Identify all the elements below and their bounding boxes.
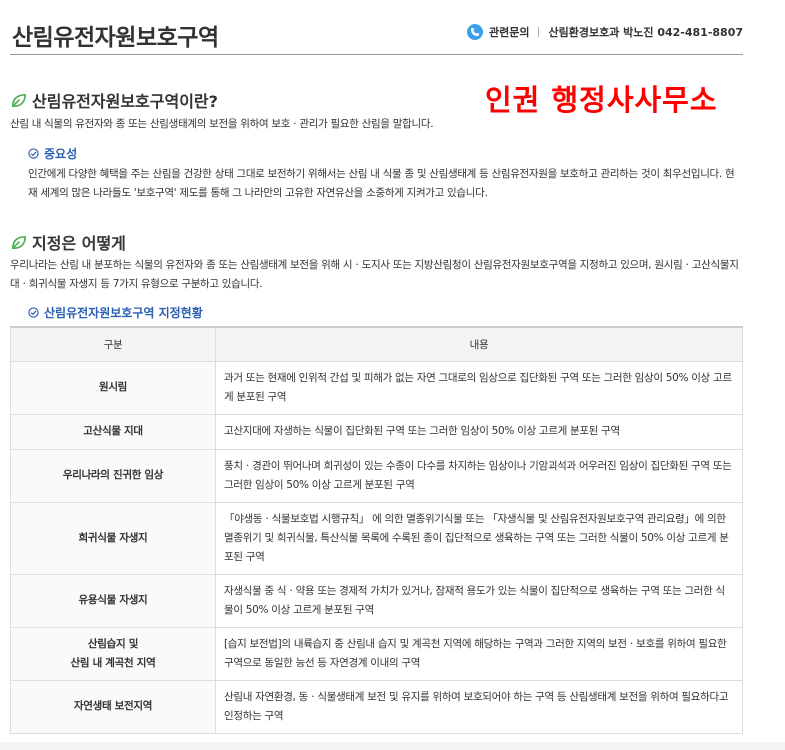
sub-heading-importance-text: 중요성 (44, 147, 78, 161)
table-row: 산림습지 및 산림 내 계곡천 지역 [습지 보전법]의 내륙습지 중 산림내 … (10, 626, 743, 681)
row-category: 고산식물 지대 (10, 413, 216, 450)
row-content: 산림내 자연환경, 동ㆍ식물생태계 보전 및 유지를 위하여 보호되어야 하는 … (215, 679, 743, 734)
page-header: 산림유전자원보호구역 관련문의 산림환경보호과 박노진 042-481-8807 (10, 0, 743, 55)
designation-status-table: 구분 내용 원시림 과거 또는 현재에 인위적 간섭 및 피해가 없는 자연 그… (10, 326, 743, 734)
row-category: 산림습지 및 산림 내 계곡천 지역 (10, 626, 216, 681)
row-category: 우리나라의 진귀한 임상 (10, 448, 216, 503)
table-row: 원시림 과거 또는 현재에 인위적 간섭 및 피해가 없는 자연 그대로의 임상… (10, 360, 743, 415)
section-heading-intro-text: 산림유전자원보호구역이란? (32, 92, 218, 111)
check-circle-icon (28, 307, 39, 318)
table-row: 자연생태 보전지역 산림내 자연환경, 동ㆍ식물생태계 보전 및 유지를 위하여… (10, 679, 743, 734)
designation-text: 우리나라는 산림 내 분포하는 식물의 유전자와 종 또는 산림생태계 보전을 … (10, 259, 739, 290)
table-row: 우리나라의 진귀한 임상 풍치ㆍ경관이 뛰어나며 희귀성이 있는 수종이 다수를… (10, 448, 743, 503)
section-heading-designation: 지정은 어떻게 (10, 230, 126, 254)
sub-heading-status-text: 산림유전자원보호구역 지정현황 (44, 306, 203, 320)
check-circle-icon (28, 148, 39, 159)
row-category: 유용식물 자생지 (10, 573, 216, 628)
table-row: 고산식물 지대 고산지대에 자생하는 식물이 집단화된 구역 또는 그러한 임상… (10, 413, 743, 450)
section-heading-designation-text: 지정은 어떻게 (32, 234, 126, 253)
contact-label: 관련문의 (488, 26, 530, 39)
row-category: 원시림 (10, 360, 216, 415)
row-content: 「야생동ㆍ식물보호법 시행규칙」 에 의한 멸종위기식물 또는 「자생식물 및 … (215, 501, 743, 575)
contact-value: 산림환경보호과 박노진 042-481-8807 (548, 26, 743, 39)
sub-heading-importance: 중요성 (28, 145, 77, 162)
table-header-row: 구분 내용 (10, 326, 743, 362)
importance-text: 인간에게 다양한 혜택을 주는 산림을 건강한 상태 그대로 보전하기 위해서는… (28, 168, 735, 199)
row-category: 자연생태 보전지역 (10, 679, 216, 734)
watermark-text: 인권 행정사사무소 (485, 83, 718, 117)
table-row: 희귀식물 자생지 「야생동ㆍ식물보호법 시행규칙」 에 의한 멸종위기식물 또는… (10, 501, 743, 575)
row-content: 풍치ㆍ경관이 뛰어나며 희귀성이 있는 수종이 다수를 차지하는 임상이나 기암… (215, 448, 743, 503)
row-content: 과거 또는 현재에 인위적 간섭 및 피해가 없는 자연 그대로의 임상으로 집… (215, 360, 743, 415)
contact-info: 관련문의 산림환경보호과 박노진 042-481-8807 (466, 24, 743, 40)
row-content: [습지 보전법]의 내륙습지 중 산림내 습지 및 계곡천 지역에 해당하는 구… (215, 626, 743, 681)
section-heading-intro: 산림유전자원보호구역이란? (10, 88, 218, 112)
column-header-category: 구분 (10, 326, 216, 362)
row-content: 자생식물 중 식ㆍ약용 또는 경제적 가치가 있거나, 잠재적 용도가 있는 식… (215, 573, 743, 628)
page-title: 산림유전자원보호구역 (12, 25, 219, 51)
table-row: 유용식물 자생지 자생식물 중 식ㆍ약용 또는 경제적 가치가 있거나, 잠재적… (10, 573, 743, 628)
sub-heading-status: 산림유전자원보호구역 지정현황 (28, 304, 203, 321)
row-content: 고산지대에 자생하는 식물이 집단화된 구역 또는 그러한 임상이 50% 이상… (215, 413, 743, 450)
column-header-content: 내용 (215, 326, 743, 362)
leaf-icon (11, 93, 26, 107)
phone-icon (466, 24, 483, 40)
leaf-icon (11, 235, 26, 249)
contact-divider (538, 27, 540, 37)
intro-text: 산림 내 식물의 유전자와 종 또는 산림생태계의 보전을 위하여 보호ㆍ관리가… (10, 118, 434, 130)
row-category: 희귀식물 자생지 (10, 501, 216, 575)
footer-divider (0, 742, 785, 750)
